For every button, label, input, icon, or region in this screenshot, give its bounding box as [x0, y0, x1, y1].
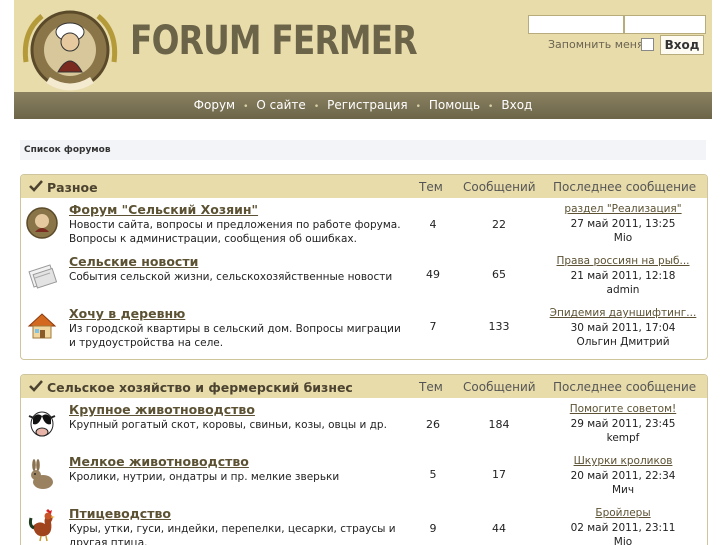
- forum-title[interactable]: Форум "Сельский Хозяин": [69, 202, 258, 217]
- category-title[interactable]: Сельское хозяйство и фермерский бизнес: [47, 380, 353, 395]
- category-header: Разное Тем Сообщений Последнее сообщение: [21, 175, 707, 198]
- rabbit-icon: [31, 459, 53, 489]
- last-post-user[interactable]: admin: [547, 283, 699, 298]
- check-icon: [29, 380, 43, 392]
- last-post-link[interactable]: Бройлеры: [547, 506, 699, 521]
- page-wrapper: FORUM FERMER Запомнить меня Вход Форум • О…: [14, 0, 712, 545]
- username-input[interactable]: [528, 15, 624, 34]
- forum-row: Крупное животноводство Крупный рогатый с…: [21, 398, 707, 450]
- column-posts: Сообщений: [463, 180, 536, 194]
- nav-item-about[interactable]: О сайте: [256, 98, 305, 112]
- column-last-post: Последнее сообщение: [553, 180, 697, 194]
- last-post-user[interactable]: Mio: [547, 231, 699, 246]
- forum-row: Сельские новости События сельской жизни,…: [21, 250, 707, 302]
- last-post-link[interactable]: Шкурки кроликов: [547, 454, 699, 469]
- column-topics: Тем: [419, 380, 443, 394]
- last-post-info: Права россиян на рыб... 21 май 2011, 12:…: [547, 254, 699, 298]
- check-icon: [29, 180, 43, 192]
- last-post-info: Бройлеры 02 май 2011, 23:11 Mio: [547, 506, 699, 545]
- nav-item-help[interactable]: Помощь: [429, 98, 480, 112]
- site-brand[interactable]: FORUM FERMER: [130, 18, 418, 64]
- column-last-post: Последнее сообщение: [553, 380, 697, 394]
- post-count: 22: [492, 218, 506, 231]
- forum-title[interactable]: Сельские новости: [69, 254, 198, 269]
- farmer-emblem-logo[interactable]: [18, 2, 122, 98]
- nav-separator: •: [488, 102, 494, 112]
- breadcrumb[interactable]: Список форумов: [24, 145, 111, 155]
- rooster-icon: [28, 509, 55, 542]
- last-post-info: Шкурки кроликов 20 май 2011, 22:34 Мич: [547, 454, 699, 498]
- forum-title[interactable]: Мелкое животноводство: [69, 454, 249, 469]
- login-button[interactable]: Вход: [660, 35, 704, 55]
- forum-description: Новости сайта, вопросы и предложения по …: [69, 219, 401, 245]
- last-post-user[interactable]: Mio: [547, 535, 699, 545]
- last-post-link[interactable]: Эпидемия дауншифтинг...: [547, 306, 699, 321]
- topic-count: 7: [429, 320, 437, 333]
- column-topics: Тем: [419, 180, 443, 194]
- forum-description: События сельской жизни, сельскохозяйстве…: [69, 271, 393, 283]
- post-count: 17: [492, 468, 506, 481]
- nav-item-login[interactable]: Вход: [501, 98, 532, 112]
- post-count: 44: [492, 522, 506, 535]
- last-post-user[interactable]: kempf: [547, 431, 699, 446]
- remember-me-checkbox[interactable]: [641, 38, 654, 51]
- nav-separator: •: [415, 102, 421, 112]
- newspaper-icon: [28, 264, 58, 289]
- password-input[interactable]: [624, 15, 706, 34]
- cow-icon: [28, 411, 56, 437]
- forum-title[interactable]: Хочу в деревню: [69, 306, 185, 321]
- house-icon: [27, 313, 57, 339]
- topic-count: 49: [426, 268, 440, 281]
- forum-description: Из городской квартиры в сельский дом. Во…: [69, 323, 401, 349]
- last-post-date: 30 май 2011, 17:04: [570, 321, 676, 334]
- header: FORUM FERMER Запомнить меня Вход: [14, 0, 712, 93]
- last-post-link[interactable]: Права россиян на рыб...: [547, 254, 699, 269]
- category-block: Сельское хозяйство и фермерский бизнес Т…: [20, 374, 708, 545]
- forum-row: Форум "Сельский Хозяин" Новости сайта, в…: [21, 198, 707, 250]
- forum-title[interactable]: Крупное животноводство: [69, 402, 255, 417]
- last-post-info: Эпидемия дауншифтинг... 30 май 2011, 17:…: [547, 306, 699, 350]
- forum-row: Хочу в деревню Из городской квартиры в с…: [21, 302, 707, 354]
- main-nav: Форум • О сайте • Регистрация • Помощь • Вход: [14, 92, 712, 119]
- topic-count: 9: [429, 522, 437, 535]
- topic-count: 26: [426, 418, 440, 431]
- forum-description: Крупный рогатый скот, коровы, свиньи, ко…: [69, 419, 387, 431]
- last-post-date: 20 май 2011, 22:34: [570, 469, 676, 482]
- nav-item-forum[interactable]: Форум: [194, 98, 235, 112]
- last-post-date: 27 май 2011, 13:25: [570, 217, 676, 230]
- last-post-link[interactable]: Помогите советом!: [547, 402, 699, 417]
- forum-description: Кролики, нутрии, ондатры и пр. мелкие зв…: [69, 471, 340, 483]
- forum-description: Куры, утки, гуси, индейки, перепелки, це…: [69, 523, 396, 545]
- nav-item-register[interactable]: Регистрация: [327, 98, 407, 112]
- last-post-info: раздел "Реализация" 27 май 2011, 13:25 M…: [547, 202, 699, 246]
- post-count: 133: [488, 320, 510, 333]
- last-post-date: 02 май 2011, 23:11: [570, 521, 676, 534]
- last-post-link[interactable]: раздел "Реализация": [547, 202, 699, 217]
- category-header: Сельское хозяйство и фермерский бизнес Т…: [21, 375, 707, 398]
- category-title[interactable]: Разное: [47, 180, 98, 195]
- topic-count: 5: [429, 468, 437, 481]
- farmer-logo-icon: [26, 207, 58, 239]
- nav-separator: •: [313, 102, 320, 112]
- post-count: 184: [488, 418, 510, 431]
- last-post-date: 21 май 2011, 12:18: [570, 269, 676, 282]
- forum-row: Птицеводство Куры, утки, гуси, индейки, …: [21, 502, 707, 545]
- breadcrumb-bar: Список форумов: [20, 140, 706, 160]
- column-posts: Сообщений: [463, 380, 536, 394]
- remember-me-label: Запомнить меня: [548, 38, 644, 51]
- last-post-user[interactable]: Мич: [547, 483, 699, 498]
- category-block: Разное Тем Сообщений Последнее сообщение…: [20, 174, 708, 360]
- last-post-date: 29 май 2011, 23:45: [570, 417, 676, 430]
- last-post-user[interactable]: Ольгин Дмитрий: [547, 335, 699, 350]
- last-post-info: Помогите советом! 29 май 2011, 23:45 kem…: [547, 402, 699, 446]
- topic-count: 4: [429, 218, 437, 231]
- page: { "header": { "brand": "FORUM FERMER", "…: [0, 0, 727, 545]
- forum-title[interactable]: Птицеводство: [69, 506, 171, 521]
- post-count: 65: [492, 268, 506, 281]
- nav-separator: •: [243, 102, 249, 112]
- forum-row: Мелкое животноводство Кролики, нутрии, о…: [21, 450, 707, 502]
